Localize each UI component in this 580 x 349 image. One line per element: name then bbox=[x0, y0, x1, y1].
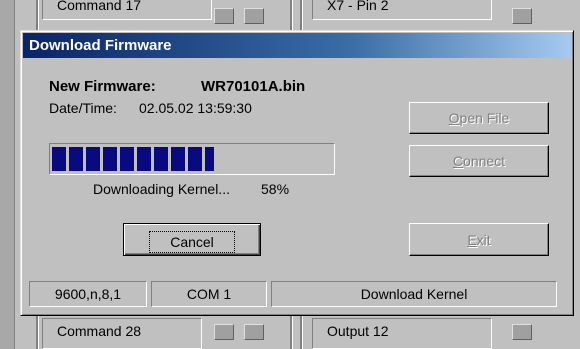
bg-left-strip bbox=[0, 0, 15, 349]
bg-toggle[interactable] bbox=[244, 324, 264, 340]
mnemonic-letter: O bbox=[448, 110, 460, 126]
bg-output-12: Output 12 bbox=[312, 318, 492, 349]
mnemonic-letter: C bbox=[452, 153, 464, 169]
exit-label: Exit bbox=[467, 231, 491, 248]
bg-divider bbox=[290, 0, 293, 30]
bg-toggle[interactable] bbox=[512, 324, 532, 340]
bg-toggle[interactable] bbox=[214, 8, 234, 24]
bg-toggle[interactable] bbox=[214, 324, 234, 340]
bg-toggle[interactable] bbox=[244, 8, 264, 24]
progress-track bbox=[52, 147, 332, 171]
cancel-label: Cancel bbox=[149, 230, 235, 253]
progress-percent-text: 58% bbox=[261, 181, 290, 197]
bg-divider bbox=[300, 0, 303, 30]
bg-divider bbox=[36, 0, 39, 30]
bg-command-28: Command 28 bbox=[42, 318, 202, 349]
firmware-label: New Firmware: bbox=[49, 78, 156, 95]
dialog-titlebar[interactable]: Download Firmware bbox=[23, 33, 571, 58]
status-baud: 9600,n,8,1 bbox=[29, 281, 147, 307]
bg-divider bbox=[36, 316, 39, 349]
status-bar: 9600,n,8,1 COM 1 Download Kernel bbox=[23, 281, 571, 309]
bg-command-17: Command 17 bbox=[42, 0, 212, 20]
dialog-title: Download Firmware bbox=[29, 37, 172, 54]
exit-button[interactable]: Exit bbox=[409, 223, 549, 256]
bg-toggle[interactable] bbox=[512, 8, 532, 24]
datetime-label: Date/Time: bbox=[49, 100, 117, 116]
bg-x7-pin2: X7 - Pin 2 bbox=[312, 0, 492, 20]
progress-status-text: Downloading Kernel... bbox=[93, 181, 230, 197]
bg-divider bbox=[290, 316, 293, 349]
progress-bar bbox=[49, 143, 335, 175]
cancel-button[interactable]: Cancel bbox=[123, 223, 261, 256]
firmware-name: WR70101A.bin bbox=[201, 78, 306, 95]
open-file-label: Open File bbox=[448, 110, 510, 126]
connect-label: Connect bbox=[452, 153, 506, 169]
open-file-button[interactable]: Open File bbox=[409, 102, 549, 134]
mnemonic-letter: E bbox=[467, 231, 477, 248]
status-mode: Download Kernel bbox=[271, 281, 557, 307]
status-port: COM 1 bbox=[151, 281, 267, 307]
connect-button[interactable]: Connect bbox=[409, 145, 549, 177]
progress-fill bbox=[52, 147, 215, 171]
datetime-value: 02.05.02 13:59:30 bbox=[139, 100, 252, 116]
download-firmware-dialog: Download Firmware New Firmware: WR70101A… bbox=[20, 30, 574, 316]
bg-divider bbox=[300, 316, 303, 349]
